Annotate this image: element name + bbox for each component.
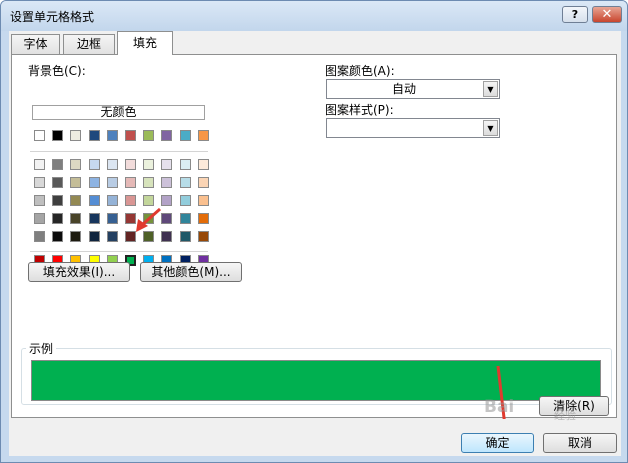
- color-swatch[interactable]: [70, 195, 82, 206]
- sample-preview: [31, 360, 601, 401]
- help-button[interactable]: ?: [562, 6, 588, 23]
- color-swatch[interactable]: [143, 159, 155, 170]
- chevron-down-icon[interactable]: ▼: [483, 120, 498, 136]
- color-swatch[interactable]: [161, 159, 173, 170]
- color-swatch[interactable]: [34, 213, 45, 224]
- color-swatch[interactable]: [88, 130, 100, 141]
- color-swatch[interactable]: [125, 213, 136, 224]
- color-swatch[interactable]: [143, 195, 155, 206]
- color-swatch[interactable]: [34, 195, 45, 206]
- color-swatch[interactable]: [106, 177, 118, 188]
- tab-font[interactable]: 字体: [11, 34, 60, 54]
- color-swatch[interactable]: [143, 130, 155, 141]
- format-cells-dialog: 设置单元格格式 ? ✕ 字体 边框 填充 背景色(C): 无颜色 填充效果(I)…: [0, 0, 628, 463]
- dialog-title: 设置单元格格式: [10, 10, 95, 24]
- color-swatch[interactable]: [52, 177, 64, 188]
- color-swatch[interactable]: [179, 177, 191, 188]
- palette-divider: [30, 151, 208, 152]
- color-swatch[interactable]: [179, 195, 191, 206]
- color-swatch[interactable]: [143, 177, 155, 188]
- color-swatch[interactable]: [70, 177, 82, 188]
- close-button[interactable]: ✕: [592, 6, 622, 23]
- watermark-text: Bai: [484, 397, 515, 417]
- color-swatch[interactable]: [179, 130, 191, 141]
- color-swatch[interactable]: [52, 213, 64, 224]
- color-swatch[interactable]: [88, 213, 100, 224]
- color-swatch[interactable]: [179, 231, 191, 242]
- color-swatch[interactable]: [70, 213, 82, 224]
- palette-divider: [30, 251, 208, 252]
- color-swatch[interactable]: [88, 231, 100, 242]
- color-swatch[interactable]: [88, 195, 100, 206]
- color-swatch[interactable]: [125, 231, 136, 242]
- tab-fill[interactable]: 填充: [117, 31, 173, 55]
- color-swatch[interactable]: [106, 159, 118, 170]
- color-swatch[interactable]: [52, 130, 64, 141]
- cancel-button[interactable]: 取消: [543, 433, 617, 453]
- color-swatch[interactable]: [161, 195, 173, 206]
- color-swatch[interactable]: [143, 213, 155, 224]
- color-swatch[interactable]: [197, 130, 209, 141]
- dialog-body: 字体 边框 填充 背景色(C): 无颜色 填充效果(I)... 其他颜色(M).…: [9, 31, 621, 456]
- ok-button[interactable]: 确定: [461, 433, 534, 453]
- color-swatch[interactable]: [34, 159, 45, 170]
- color-swatch[interactable]: [179, 213, 191, 224]
- color-swatch[interactable]: [106, 195, 118, 206]
- color-swatch[interactable]: [179, 159, 191, 170]
- color-swatch[interactable]: [125, 177, 136, 188]
- color-swatch[interactable]: [106, 130, 118, 141]
- chevron-down-icon[interactable]: ▼: [483, 81, 498, 97]
- more-colors-button[interactable]: 其他颜色(M)...: [140, 262, 242, 282]
- pattern-style-label: 图案样式(P):: [325, 103, 394, 117]
- color-swatch[interactable]: [125, 159, 136, 170]
- color-swatch[interactable]: [34, 130, 45, 141]
- color-swatch[interactable]: [70, 130, 82, 141]
- pattern-color-value: 自动: [391, 82, 416, 96]
- color-swatch[interactable]: [161, 231, 173, 242]
- color-swatch[interactable]: [52, 231, 64, 242]
- sample-label: 示例: [26, 340, 57, 357]
- color-swatch[interactable]: [197, 231, 209, 242]
- color-swatch[interactable]: [106, 213, 118, 224]
- color-swatch[interactable]: [197, 159, 209, 170]
- color-swatch[interactable]: [88, 159, 100, 170]
- watermark-sub: 经验: [554, 409, 576, 422]
- color-swatch[interactable]: [52, 195, 64, 206]
- color-swatch[interactable]: [70, 231, 82, 242]
- color-swatch[interactable]: [161, 130, 173, 141]
- color-swatch[interactable]: [70, 159, 82, 170]
- color-swatch[interactable]: [143, 231, 155, 242]
- color-swatch[interactable]: [197, 213, 209, 224]
- color-swatch[interactable]: [161, 213, 173, 224]
- color-swatch[interactable]: [125, 130, 136, 141]
- fill-effects-button[interactable]: 填充效果(I)...: [28, 262, 130, 282]
- color-swatch[interactable]: [34, 231, 45, 242]
- color-swatch[interactable]: [197, 195, 209, 206]
- pattern-color-label: 图案颜色(A):: [325, 64, 395, 78]
- color-swatch[interactable]: [125, 195, 136, 206]
- color-swatch[interactable]: [106, 231, 118, 242]
- color-swatch[interactable]: [52, 159, 64, 170]
- color-swatch[interactable]: [34, 177, 45, 188]
- no-color-button[interactable]: 无颜色: [32, 105, 205, 120]
- color-swatch[interactable]: [88, 177, 100, 188]
- tab-border[interactable]: 边框: [63, 34, 115, 54]
- pattern-style-dropdown[interactable]: ▼: [326, 118, 500, 138]
- fill-panel: 背景色(C): 无颜色 填充效果(I)... 其他颜色(M)... 图案颜色(A…: [11, 54, 617, 419]
- pattern-color-dropdown[interactable]: 自动 ▼: [326, 79, 500, 99]
- title-bar: 设置单元格格式 ? ✕: [1, 1, 627, 31]
- background-color-label: 背景色(C):: [28, 64, 86, 78]
- color-swatch[interactable]: [161, 177, 173, 188]
- color-swatch[interactable]: [197, 177, 209, 188]
